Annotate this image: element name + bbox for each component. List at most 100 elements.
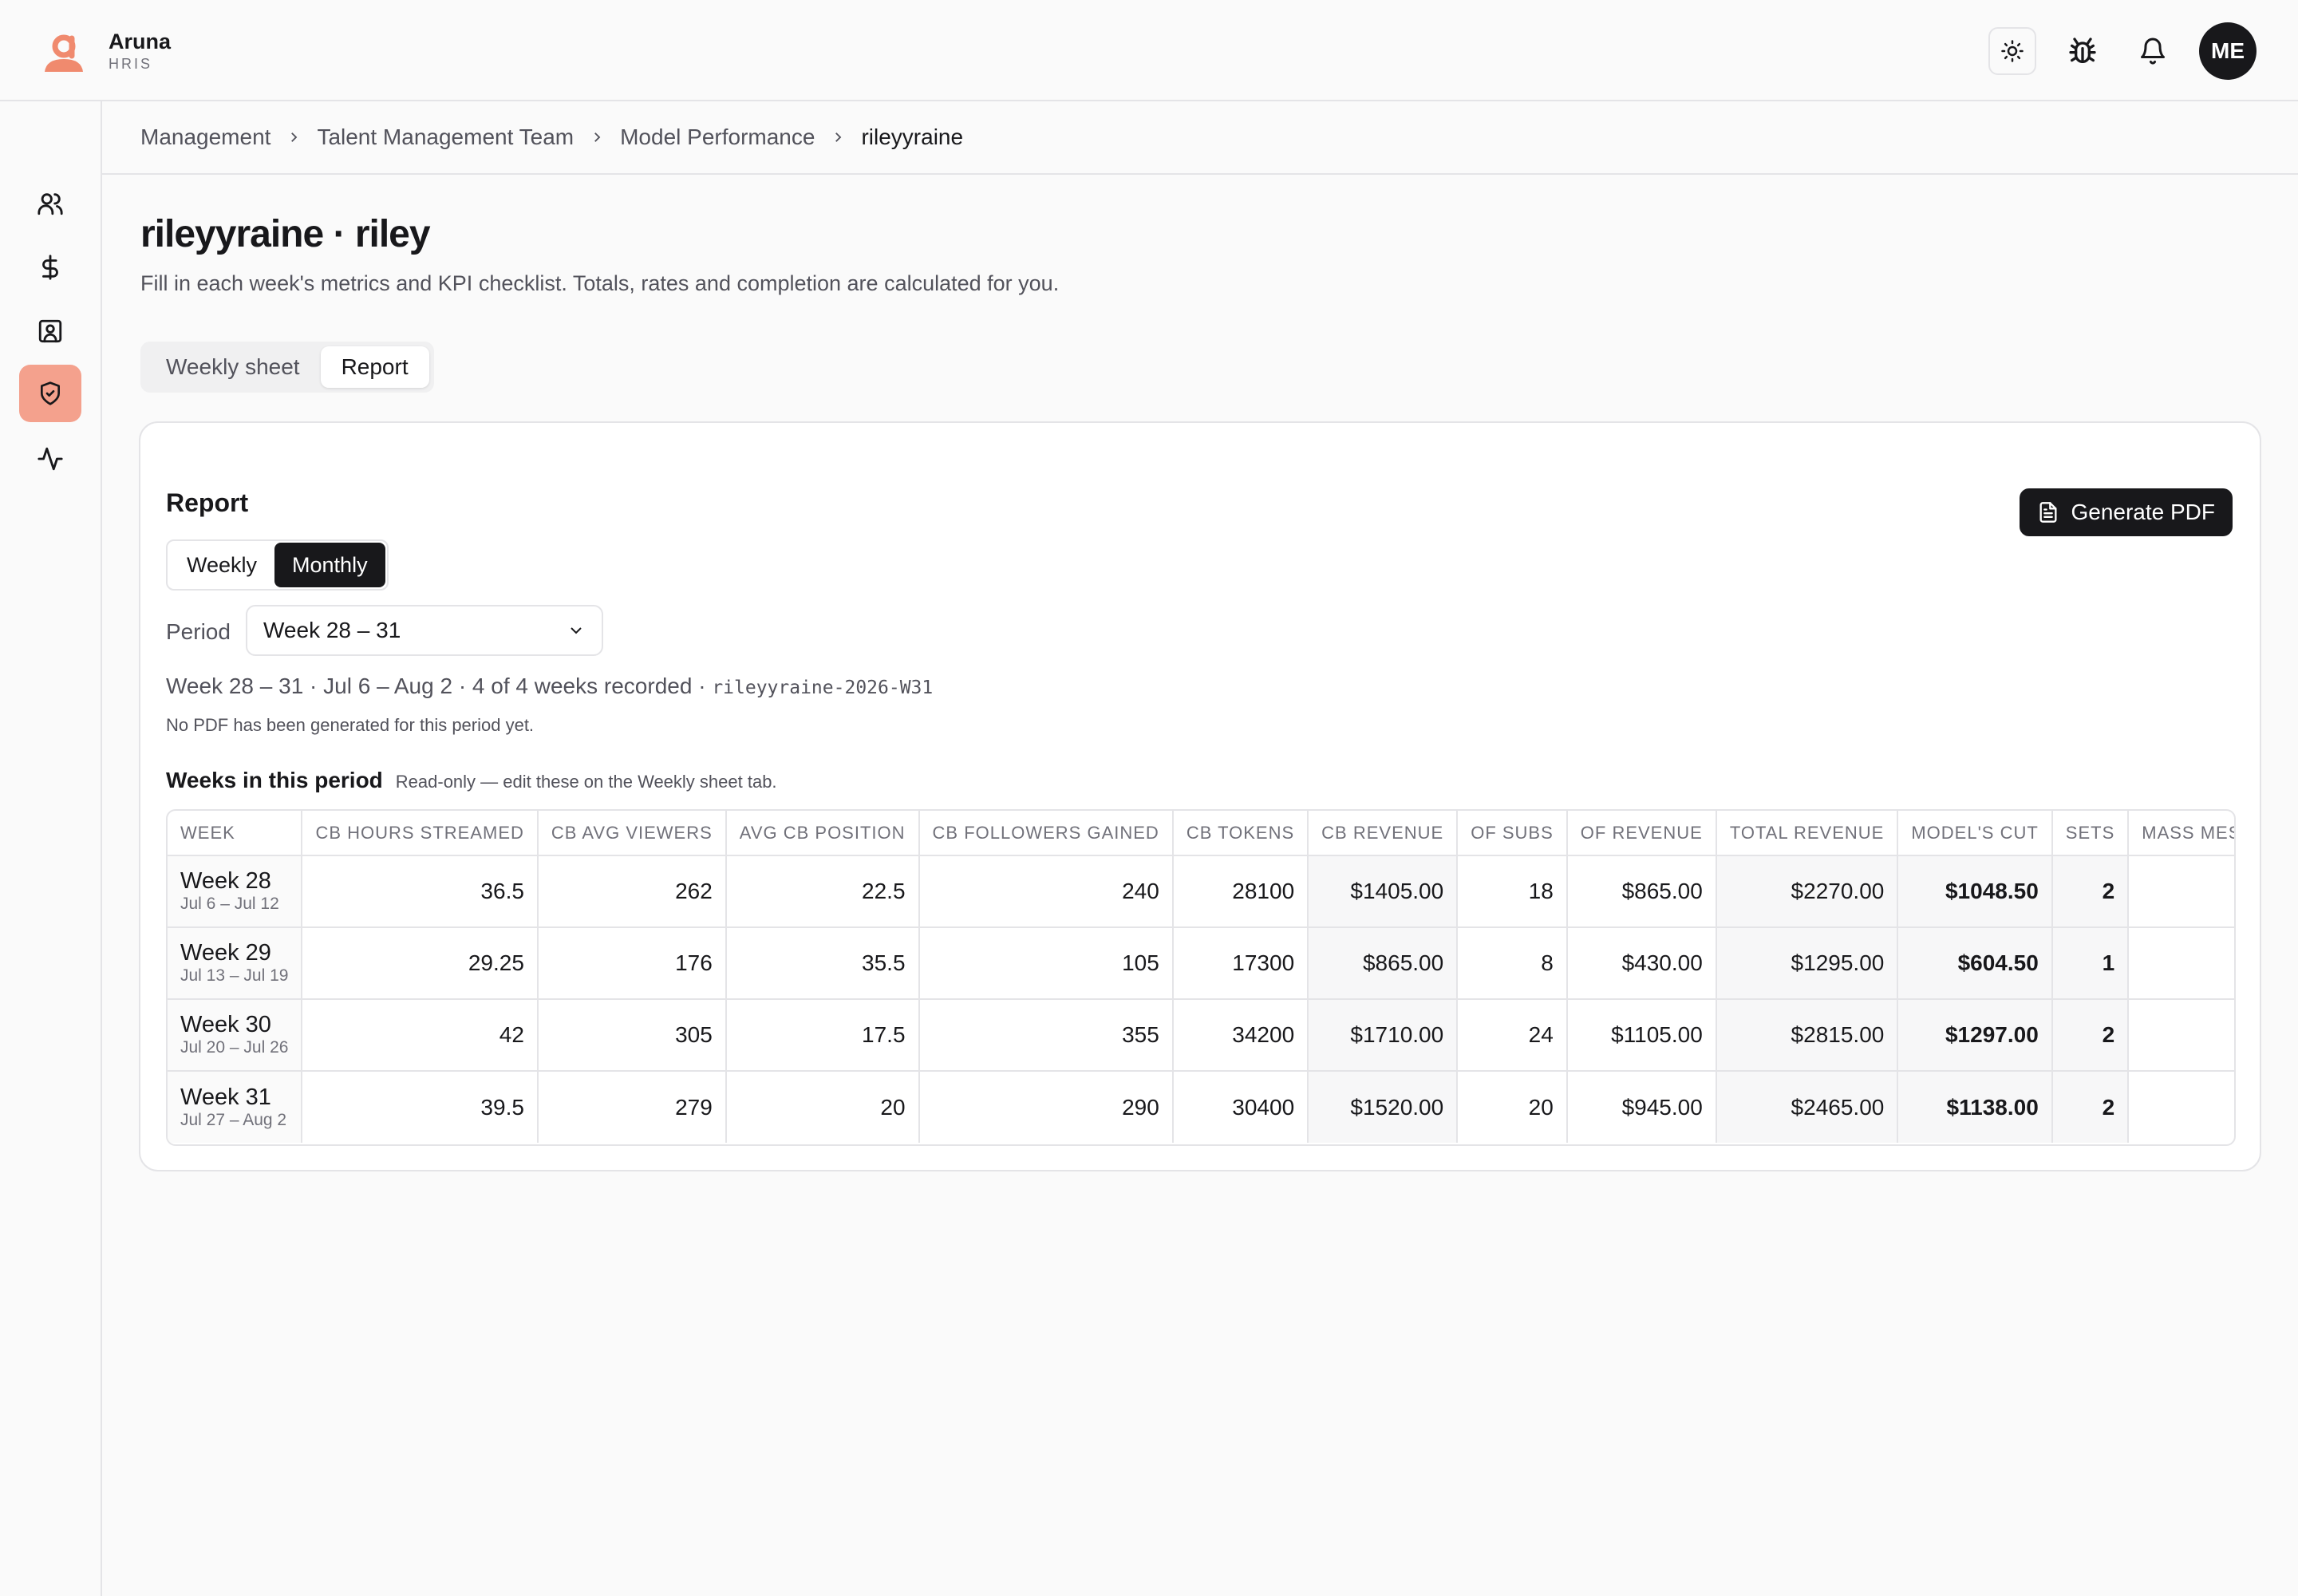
column-header: CB TOKENS	[1172, 811, 1309, 856]
table-cell: 176	[537, 927, 727, 1000]
table-cell: 2	[2051, 999, 2130, 1072]
breadcrumb-model-performance[interactable]: Model Performance	[620, 124, 815, 150]
table-cell: 1	[2051, 927, 2130, 1000]
week-name: Week 30	[180, 1012, 271, 1037]
brand[interactable]: Aruna HRIS	[41, 29, 171, 73]
column-header: TOTAL REVENUE	[1716, 811, 1899, 856]
table-cell: $430.00	[1566, 927, 1717, 1000]
table-cell: $1048.50	[1897, 855, 2053, 928]
dollar-icon	[42, 255, 58, 280]
weeks-table: WEEK CB HOURS STREAMED CB AVG VIEWERS AVG C…	[168, 811, 2234, 1143]
period-summary-text: Week 28 – 31 · Jul 6 – Aug 2 · 4 of 4 we…	[166, 674, 706, 698]
weeks-section-hint: Read-only — edit these on the Weekly she…	[395, 772, 777, 792]
notifications-button[interactable]	[2129, 27, 2177, 75]
chevron-right-icon	[831, 130, 845, 144]
report-title: Report	[166, 488, 249, 517]
bug-report-button[interactable]	[2059, 27, 2106, 75]
table-cell: 10	[2128, 999, 2234, 1072]
table-cell: 6	[2128, 927, 2234, 1000]
table-cell: $865.00	[1566, 855, 1717, 928]
column-header: MASS MESSAGES	[2128, 811, 2234, 856]
theme-toggle-button[interactable]	[1988, 27, 2036, 75]
column-header: CB HOURS STREAMED	[302, 811, 539, 856]
week-date-range: Jul 6 – Jul 12	[180, 895, 279, 913]
view-tabs: Weekly sheet Report	[140, 342, 434, 393]
chevron-down-icon	[571, 627, 582, 634]
table-body: Week 28 Jul 6 – Jul 12 36.5 262 22.5 240 28100…	[168, 855, 2234, 1143]
column-header: AVG CB POSITION	[725, 811, 920, 856]
tab-report[interactable]: Report	[320, 346, 429, 388]
breadcrumb-team[interactable]: Talent Management Team	[317, 124, 574, 150]
mode-monthly-button[interactable]: Monthly	[274, 543, 385, 587]
table-cell: $945.00	[1566, 1071, 1717, 1143]
table-cell: 29.25	[302, 927, 539, 1000]
sidebar-item-management[interactable]	[19, 365, 81, 422]
file-text-icon	[2039, 502, 2057, 523]
week-date-range: Jul 20 – Jul 26	[180, 1038, 289, 1057]
table-cell: 355	[918, 999, 1174, 1072]
column-header: CB AVG VIEWERS	[537, 811, 727, 856]
table-cell: 240	[918, 855, 1174, 928]
tab-weekly-sheet[interactable]: Weekly sheet	[145, 346, 321, 388]
generate-pdf-button[interactable]: Generate PDF	[2020, 488, 2233, 536]
table-cell: 35.5	[725, 927, 920, 1000]
sidebar-item-people[interactable]	[19, 175, 81, 232]
table-cell: 17.5	[725, 999, 920, 1072]
mode-weekly-button[interactable]: Weekly	[169, 543, 274, 587]
table-cell: 20	[1457, 1071, 1568, 1143]
table-row: Week 29 Jul 13 – Jul 19 29.25 176 35.5 105 173…	[168, 927, 2234, 1000]
breadcrumb-management[interactable]: Management	[140, 124, 270, 150]
table-cell: $2465.00	[1716, 1071, 1899, 1143]
week-cell: Week 29 Jul 13 – Jul 19	[168, 927, 303, 1000]
week-name: Week 31	[180, 1084, 271, 1110]
sidebar-item-activity[interactable]	[19, 430, 81, 488]
table-cell: 22.5	[725, 855, 920, 928]
table-cell: 105	[918, 927, 1174, 1000]
sidebar	[0, 101, 102, 1596]
week-name: Week 28	[180, 868, 271, 894]
table-cell: 305	[537, 999, 727, 1072]
users-icon	[38, 193, 63, 215]
page-subtitle: Fill in each week's metrics and KPI chec…	[140, 271, 1060, 295]
period-select[interactable]: Week 28 – 31	[246, 605, 603, 656]
period-select-value: Week 28 – 31	[263, 618, 401, 642]
bell-icon	[2141, 38, 2165, 65]
chevron-right-icon	[590, 130, 604, 144]
table-cell: $865.00	[1308, 927, 1459, 1000]
column-header: OF SUBS	[1457, 811, 1568, 856]
table-cell: 2	[2051, 855, 2130, 928]
table-header-row: WEEK CB HOURS STREAMED CB AVG VIEWERS AVG C…	[168, 811, 2234, 856]
table-cell: 42	[302, 999, 539, 1072]
column-header: WEEK	[168, 811, 303, 856]
weeks-table-container[interactable]: WEEK CB HOURS STREAMED CB AVG VIEWERS AVG C…	[166, 809, 2236, 1146]
table-cell: 24	[1457, 999, 1568, 1072]
shield-check-icon	[41, 381, 60, 405]
table-cell: $1520.00	[1308, 1071, 1459, 1143]
table-cell: 34200	[1172, 999, 1309, 1072]
table-row: Week 30 Jul 20 – Jul 26 42 305 17.5 355 34200 $…	[168, 999, 2234, 1072]
week-date-range: Jul 27 – Aug 2	[180, 1110, 287, 1129]
table-cell: 20	[725, 1071, 920, 1143]
table-cell: 2	[2051, 1071, 2130, 1143]
breadcrumb-current: rileyyraine	[861, 124, 964, 149]
column-header: CB REVENUE	[1308, 811, 1459, 856]
chevron-right-icon	[286, 130, 301, 144]
week-date-range: Jul 13 – Jul 19	[180, 966, 289, 985]
table-cell: 30400	[1172, 1071, 1309, 1143]
period-report-code: rileyyraine-2026-W31	[712, 678, 934, 698]
table-cell: $1105.00	[1566, 999, 1717, 1072]
page-title: rileyyraine · riley	[140, 213, 431, 255]
table-cell: 28100	[1172, 855, 1309, 928]
sidebar-item-payroll[interactable]	[19, 239, 81, 296]
report-mode-toggle: Weekly Monthly	[166, 539, 389, 591]
sidebar-item-directory[interactable]	[19, 302, 81, 360]
table-cell: $2270.00	[1716, 855, 1899, 928]
report-card: Report Generate PDF Weekly Monthly Perio…	[139, 421, 2261, 1171]
table-cell: 10	[2128, 855, 2234, 928]
column-header: OF REVENUE	[1566, 811, 1717, 856]
user-avatar[interactable]: ME	[2199, 22, 2257, 80]
period-label: Period	[166, 619, 231, 644]
table-cell: 17300	[1172, 927, 1309, 1000]
table-cell: $2815.00	[1716, 999, 1899, 1072]
week-name: Week 29	[180, 940, 271, 966]
